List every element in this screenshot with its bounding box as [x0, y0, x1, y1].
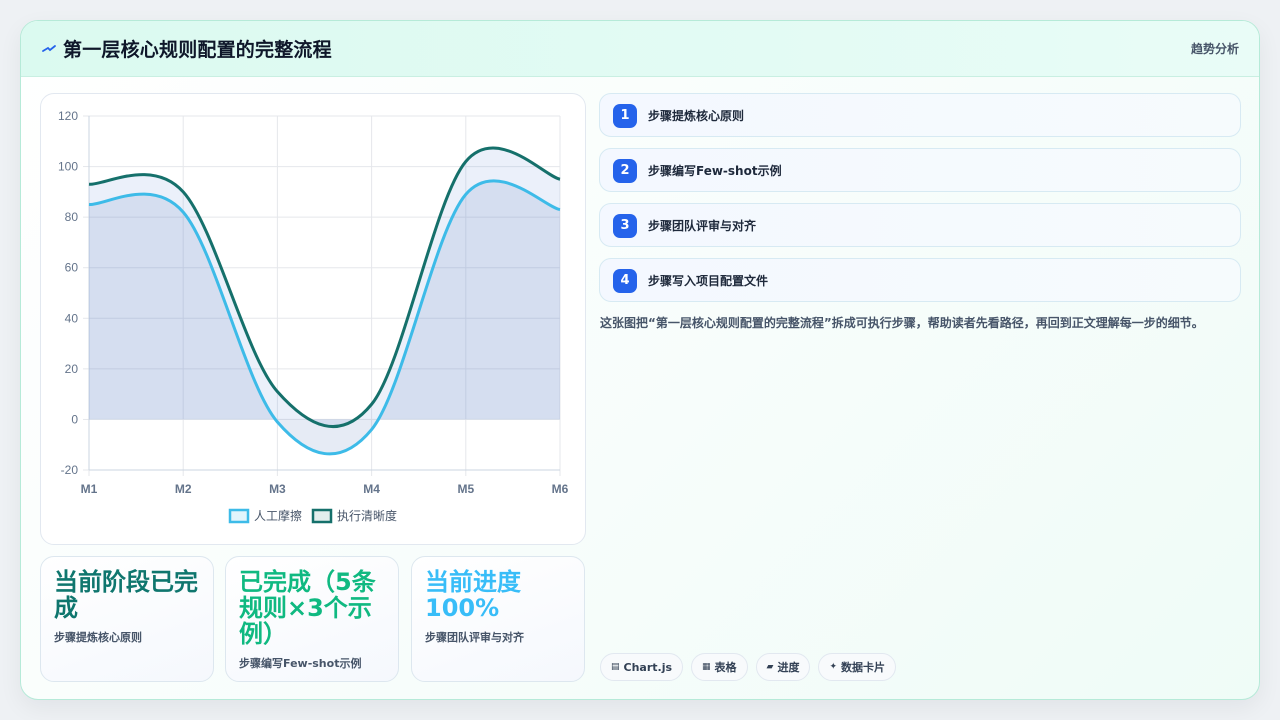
y-tick-label: 20 — [65, 362, 79, 376]
stat-card-stage: 当前阶段已完成 步骤提炼核心原则 — [40, 556, 214, 682]
chip-label: 表格 — [714, 661, 737, 674]
chip-label: 进度 — [777, 661, 800, 674]
chip-label: 数据卡片 — [841, 661, 886, 674]
stat-caption: 步骤提炼核心原则 — [54, 631, 142, 644]
step-number-badge: 4 — [613, 269, 637, 293]
stat-value: 当前阶段已完成 — [54, 568, 198, 622]
chart-icon: ▤ — [611, 662, 620, 672]
y-tick-label: 120 — [58, 109, 78, 123]
y-tick-label: 100 — [58, 160, 78, 174]
x-tick-label: M1 — [81, 482, 98, 496]
page-title: 第一层核心规则配置的完整流程 — [63, 39, 332, 61]
series-area-manual-friction — [89, 180, 560, 454]
legend-label-manual-friction: 人工摩擦 — [254, 508, 302, 523]
x-tick-label: M4 — [363, 482, 380, 496]
y-tick-label: 80 — [65, 210, 79, 224]
step-item-2[interactable]: 2 步骤编写Few-shot示例 — [599, 148, 1241, 192]
progress-icon: ▰ — [766, 662, 774, 672]
step-list: 1 步骤提炼核心原则 2 步骤编写Few-shot示例 3 步骤团队评审与对齐 … — [599, 93, 1241, 313]
trend-analysis-tag[interactable]: 趋势分析 — [1191, 40, 1239, 57]
legend-label-execution-clarity: 执行清晰度 — [337, 508, 397, 523]
stat-card-completed: 已完成（5条规则×3个示例） 步骤编写Few-shot示例 — [225, 556, 399, 682]
chip-data-card[interactable]: ✦ 数据卡片 — [818, 653, 897, 681]
tech-chip-row: ▤ Chart.js ▦ 表格 ▰ 进度 ✦ 数据卡片 — [600, 653, 897, 681]
stat-caption: 步骤团队评审与对齐 — [425, 631, 524, 644]
x-tick-label: M3 — [269, 482, 286, 496]
main-card: 第一层核心规则配置的完整流程 趋势分析 -20 0 20 40 60 80 100 120 M1… — [20, 20, 1260, 700]
step-label: 步骤编写Few-shot示例 — [648, 164, 782, 178]
x-tick-label: M5 — [457, 482, 474, 496]
stat-card-progress: 当前进度100% 步骤团队评审与对齐 — [411, 556, 585, 682]
line-chart-panel: -20 0 20 40 60 80 100 120 M1 M2 M3 M4 M5 M6 人工摩擦 执行清晰度 — [40, 93, 586, 545]
table-icon: ▦ — [702, 662, 711, 672]
step-number-badge: 3 — [613, 214, 637, 238]
sparkle-icon — [42, 45, 56, 52]
y-tick-label: -20 — [61, 463, 79, 477]
x-tick-label: M2 — [175, 482, 192, 496]
y-tick-label: 60 — [65, 261, 79, 275]
step-item-1[interactable]: 1 步骤提炼核心原则 — [599, 93, 1241, 137]
step-item-4[interactable]: 4 步骤写入项目配置文件 — [599, 258, 1241, 302]
step-label: 步骤写入项目配置文件 — [648, 274, 769, 288]
step-number-badge: 2 — [613, 159, 637, 183]
description-text: 这张图把“第一层核心规则配置的完整流程”拆成可执行步骤，帮助读者先看路径，再回到… — [600, 316, 1204, 330]
chip-table[interactable]: ▦ 表格 — [691, 653, 748, 681]
step-item-3[interactable]: 3 步骤团队评审与对齐 — [599, 203, 1241, 247]
legend-swatch-execution-clarity — [311, 508, 333, 524]
chip-progress[interactable]: ▰ 进度 — [755, 653, 811, 681]
header-bar: 第一层核心规则配置的完整流程 趋势分析 — [21, 21, 1259, 77]
stat-caption: 步骤编写Few-shot示例 — [239, 657, 362, 670]
line-chart: -20 0 20 40 60 80 100 120 M1 M2 M3 M4 M5 M6 人工摩擦 执行清晰度 — [58, 109, 569, 524]
step-label: 步骤提炼核心原则 — [648, 109, 745, 123]
stat-value: 已完成（5条规则×3个示例） — [239, 568, 376, 648]
x-tick-label: M6 — [552, 482, 569, 496]
chip-label: Chart.js — [623, 660, 673, 674]
y-tick-label: 0 — [71, 412, 78, 426]
step-label: 步骤团队评审与对齐 — [648, 219, 757, 233]
y-tick-label: 40 — [65, 311, 79, 325]
legend-swatch-manual-friction — [228, 508, 250, 524]
stat-value: 当前进度100% — [425, 568, 521, 622]
star-icon: ✦ — [829, 662, 838, 672]
step-number-badge: 1 — [613, 104, 637, 128]
chip-chartjs[interactable]: ▤ Chart.js — [600, 653, 684, 681]
